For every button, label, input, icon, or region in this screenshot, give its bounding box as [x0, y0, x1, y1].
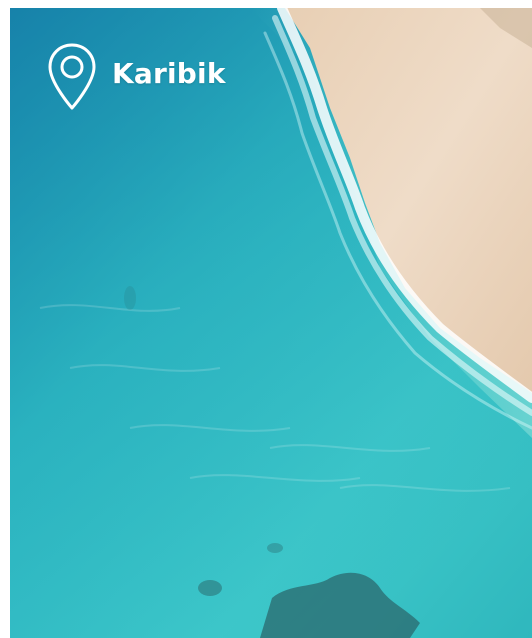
location-pin-icon [48, 43, 96, 110]
destination-name: Karibik [112, 56, 226, 90]
destination-card[interactable]: Karibik [10, 8, 532, 638]
destination-label: Karibik [46, 42, 226, 112]
